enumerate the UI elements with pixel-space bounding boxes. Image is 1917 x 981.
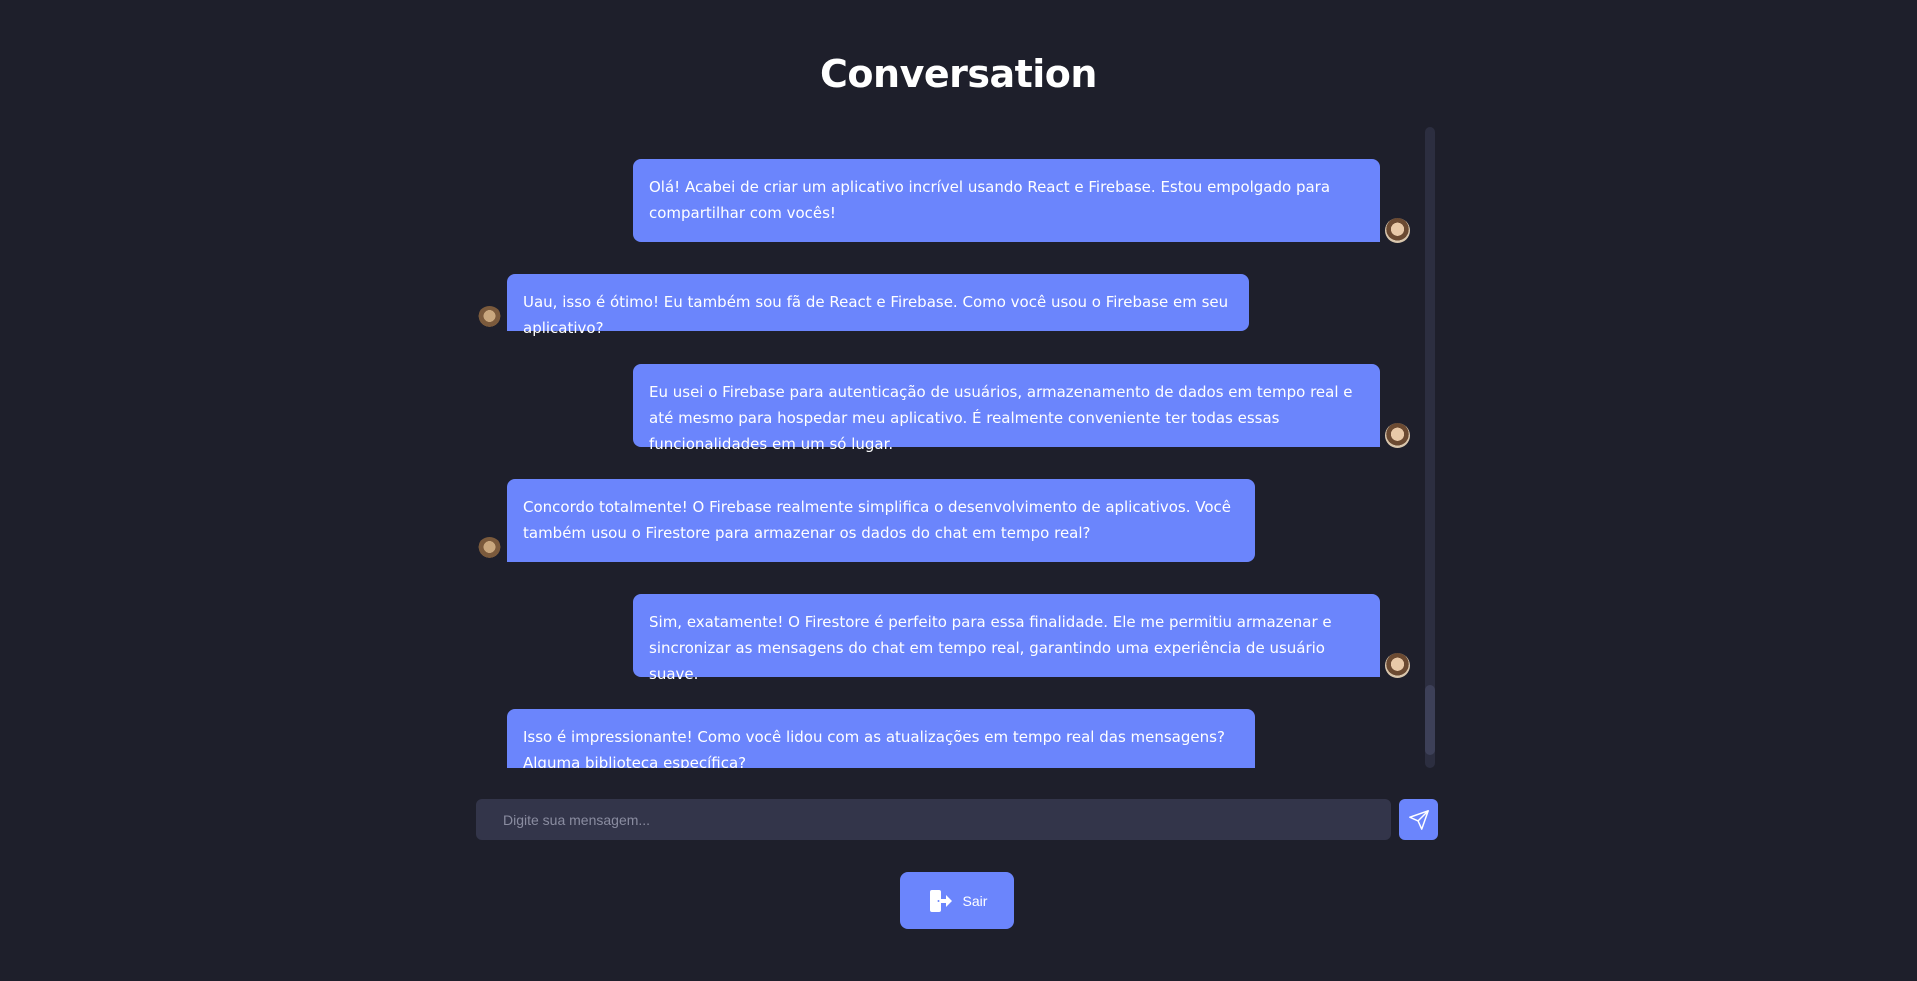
message-list[interactable]: Olá! Acabei de criar um aplicativo incrí… (476, 127, 1438, 768)
page-title: Conversation (820, 52, 1097, 96)
message-row: Uau, isso é ótimo! Eu também sou fã de R… (476, 274, 1426, 364)
message-input[interactable] (476, 799, 1391, 840)
man-avatar (477, 306, 502, 331)
message-row: Eu usei o Firebase para autenticação de … (476, 364, 1426, 479)
message-row: Isso é impressionante! Como você lidou c… (476, 709, 1426, 768)
message-composer (476, 799, 1438, 840)
man-avatar (477, 537, 502, 562)
paper-plane-icon (1408, 809, 1429, 830)
message-row: Olá! Acabei de criar um aplicativo incrí… (476, 159, 1426, 274)
message-bubble: Isso é impressionante! Como você lidou c… (507, 709, 1255, 768)
woman-avatar (1385, 218, 1410, 243)
woman-avatar (1385, 423, 1410, 448)
chat-page: Conversation Olá! Acabei de criar um apl… (0, 0, 1917, 981)
logout-label: Sair (962, 892, 988, 909)
scrollbar-track[interactable] (1425, 127, 1435, 768)
message-row: Concordo totalmente! O Firebase realment… (476, 479, 1426, 594)
messages-container: Olá! Acabei de criar um aplicativo incrí… (476, 159, 1426, 768)
message-bubble: Eu usei o Firebase para autenticação de … (633, 364, 1380, 453)
message-bubble: Sim, exatamente! O Firestore é perfeito … (633, 594, 1380, 683)
message-bubble: Olá! Acabei de criar um aplicativo incrí… (633, 159, 1380, 242)
message-bubble: Uau, isso é ótimo! Eu também sou fã de R… (507, 274, 1249, 337)
send-button[interactable] (1399, 799, 1438, 840)
message-row: Sim, exatamente! O Firestore é perfeito … (476, 594, 1426, 709)
message-bubble: Concordo totalmente! O Firebase realment… (507, 479, 1255, 562)
logout-button[interactable]: Sair (900, 872, 1014, 929)
scrollbar-thumb[interactable] (1425, 685, 1435, 755)
woman-avatar (1385, 653, 1410, 678)
logout-door-icon (929, 889, 952, 912)
